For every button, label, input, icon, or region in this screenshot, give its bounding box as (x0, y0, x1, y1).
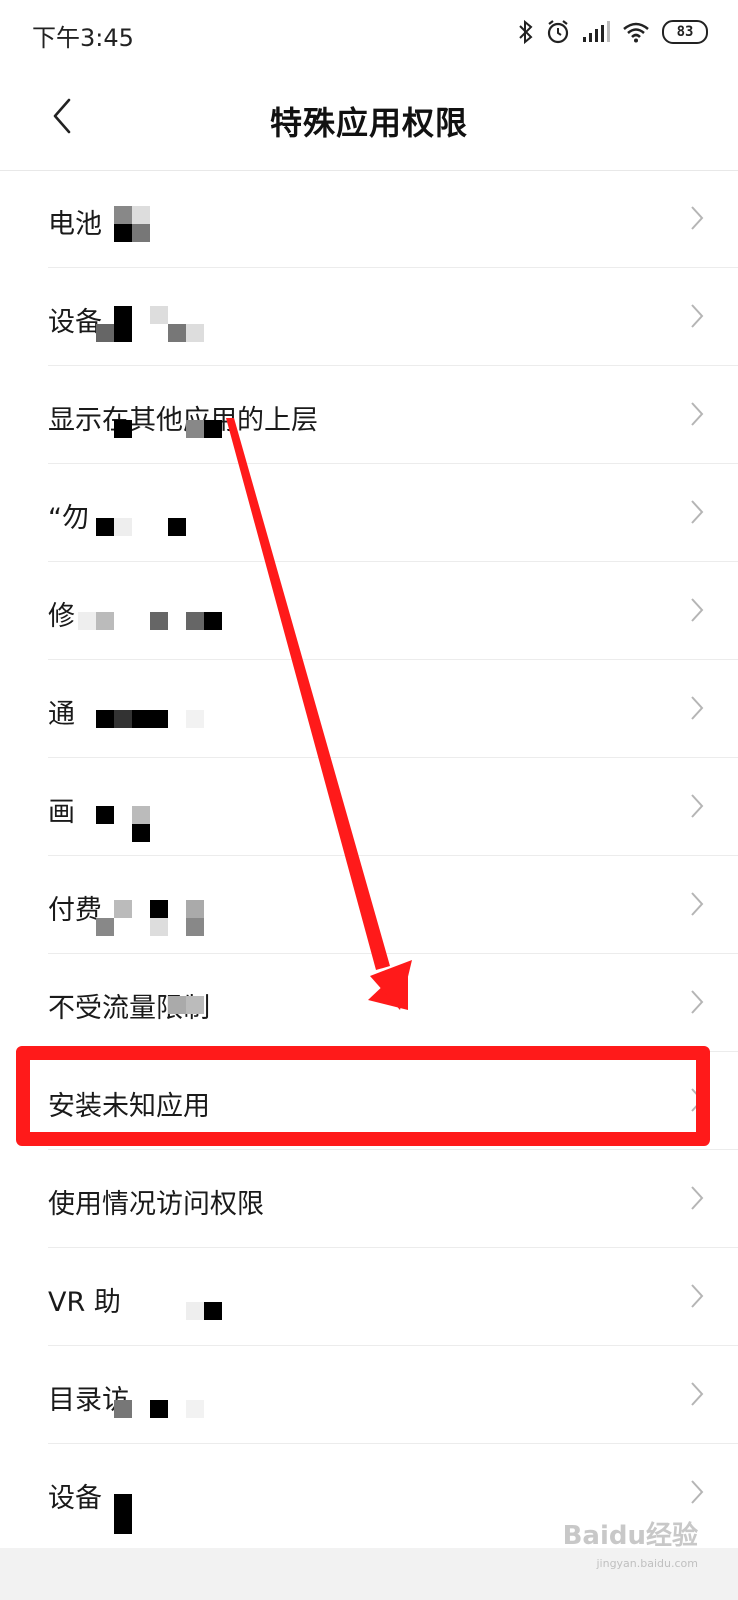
chevron-right-icon (690, 1479, 704, 1509)
redaction-pixel (186, 1302, 204, 1320)
list-item-notification-access[interactable]: 通 (0, 660, 738, 758)
redaction-pixel (186, 996, 204, 1014)
chevron-right-icon (690, 303, 704, 333)
redaction-pixel (96, 612, 114, 630)
redaction-pixel (96, 710, 114, 728)
list-item-label: 使用情况访问权限 (48, 1189, 264, 1220)
list-item-label: 修 (48, 601, 75, 632)
chevron-right-icon (690, 793, 704, 823)
chevron-right-icon (690, 205, 704, 235)
list-item-label: 设备 (48, 1483, 102, 1514)
chevron-right-icon (690, 891, 704, 921)
redaction-pixel (150, 900, 168, 918)
list-item-label: 画 (48, 797, 75, 828)
redaction-pixel (186, 324, 204, 342)
redaction-pixel (114, 306, 132, 342)
list-item-premium-sms[interactable]: 付费 (0, 856, 738, 954)
redaction-pixel (186, 918, 204, 936)
list-item-label: “勿 (48, 503, 89, 534)
signal-icon (582, 21, 610, 43)
list-item-display-over-apps[interactable]: 显示在其他应用的上层 (0, 366, 738, 464)
wifi-icon (622, 21, 650, 43)
redaction-pixel (114, 710, 132, 728)
chevron-right-icon (690, 1283, 704, 1313)
redaction-pixel (132, 806, 150, 824)
redaction-pixel (204, 1302, 222, 1320)
redaction-pixel (204, 420, 222, 438)
redaction-pixel (186, 900, 204, 918)
list-item-label: 通 (48, 699, 75, 730)
list-item-do-not-disturb[interactable]: “勿 (0, 464, 738, 562)
redaction-pixel (186, 1400, 204, 1418)
list-item-directory-access[interactable]: 目录访 (0, 1346, 738, 1444)
battery-icon: 83 (662, 20, 708, 44)
list-item-device-admin[interactable]: 设备 (0, 268, 738, 366)
list-item-label: 安装未知应用 (48, 1091, 210, 1122)
chevron-right-icon (690, 695, 704, 725)
watermark-sub: jingyan.baidu.com (596, 1557, 698, 1570)
redaction-pixel (96, 518, 114, 536)
chevron-right-icon (690, 499, 704, 529)
list-item-unrestricted-data[interactable]: 不受流量限制 (0, 954, 738, 1052)
list-item-label: 设备 (48, 307, 102, 338)
redaction-pixel (186, 612, 204, 630)
list-item-modify-settings[interactable]: 修 (0, 562, 738, 660)
list-item-label: VR 助 (48, 1287, 121, 1318)
redaction-pixel (132, 206, 150, 224)
redaction-pixel (204, 612, 222, 630)
redaction-pixel (168, 996, 186, 1014)
list-item-install-unknown-apps[interactable]: 安装未知应用 (0, 1052, 738, 1150)
redaction-pixel (114, 224, 132, 242)
redaction-pixel (150, 1400, 168, 1418)
redaction-pixel (96, 918, 114, 936)
watermark: Baidu经验 jingyan.baidu.com (562, 1515, 698, 1570)
redaction-pixel (150, 306, 168, 324)
redaction-pixel (96, 324, 114, 342)
redaction-pixel (114, 900, 132, 918)
redaction-pixel (114, 420, 132, 438)
chevron-right-icon (690, 989, 704, 1019)
status-time: 下午3:45 (32, 24, 134, 52)
status-icons: 83 (518, 14, 708, 50)
alarm-icon (546, 19, 570, 45)
list-item-battery[interactable]: 电池 (0, 170, 738, 268)
bluetooth-icon (518, 19, 534, 45)
redaction-pixel (96, 806, 114, 824)
chevron-right-icon (690, 597, 704, 627)
redaction-pixel (132, 824, 150, 842)
chevron-right-icon (690, 1381, 704, 1411)
redaction-pixel (186, 420, 204, 438)
bottom-strip (0, 1548, 738, 1600)
list-item-usage-access[interactable]: 使用情况访问权限 (0, 1150, 738, 1248)
redaction-pixel (150, 612, 168, 630)
redaction-pixel (186, 710, 204, 728)
chevron-right-icon (690, 401, 704, 431)
special-permissions-list: 电池 设备 显示在其他应用的上层 “勿 修 通 画 付费 不受流量限制 安装未知… (0, 170, 738, 1542)
redaction-pixel (168, 518, 186, 536)
redaction-pixel (114, 1494, 132, 1534)
watermark-text: Baidu经验 (562, 1521, 698, 1551)
chevron-right-icon (690, 1087, 704, 1117)
redaction-pixel (132, 224, 150, 242)
status-bar: 下午3:45 83 (0, 0, 738, 66)
redaction-pixel (114, 518, 132, 536)
list-item-label: 电池 (48, 209, 102, 240)
redaction-pixel (150, 918, 168, 936)
redaction-pixel (78, 612, 96, 630)
redaction-pixel (114, 206, 132, 224)
list-item-vr-helper[interactable]: VR 助 (0, 1248, 738, 1346)
redaction-pixel (114, 1400, 132, 1418)
title-bar: 特殊应用权限 (0, 66, 738, 171)
page-title: 特殊应用权限 (269, 104, 468, 142)
list-item-label: 付费 (48, 895, 102, 926)
chevron-right-icon (690, 1185, 704, 1215)
redaction-pixel (132, 710, 168, 728)
list-item-label: 显示在其他应用的上层 (48, 405, 318, 436)
redaction-pixel (168, 324, 186, 342)
